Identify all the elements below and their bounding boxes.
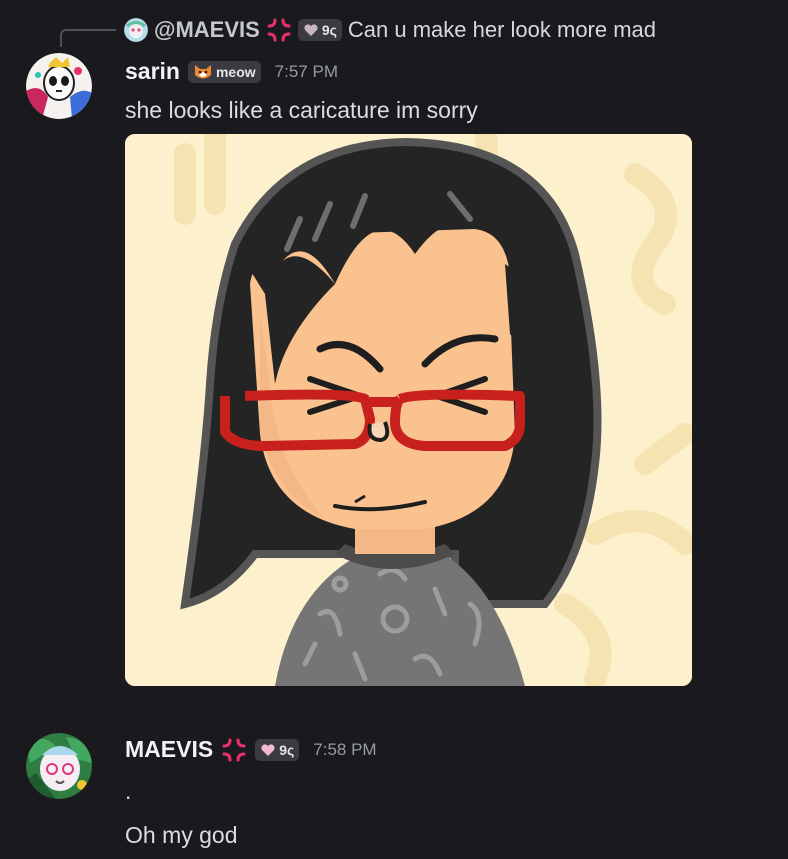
cat-icon [194, 64, 211, 78]
timestamp[interactable]: 7:57 PM [275, 62, 338, 82]
message-line-2: Oh my god [125, 822, 238, 848]
anger-icon [222, 738, 246, 761]
image-attachment[interactable] [125, 134, 692, 686]
sarin-avatar[interactable] [26, 53, 92, 119]
message-content: she looks like a caricature im sorry [125, 97, 478, 123]
maevis-avatar[interactable] [26, 733, 92, 799]
user-tag-meow: meow [187, 60, 261, 83]
username-sarin[interactable]: sarin [125, 58, 180, 85]
reply-spine [60, 29, 116, 47]
tag-text: 9ς [279, 741, 295, 758]
timestamp[interactable]: 7:58 PM [313, 740, 376, 760]
reply-mention[interactable]: @MAEVIS [154, 17, 260, 43]
user-tag: 9ς [255, 738, 300, 761]
message-header-maevis: MAEVIS 9ς 7:58 PM [125, 736, 377, 763]
tag-text: 9ς [321, 22, 337, 38]
message-line-1: . [125, 778, 132, 804]
reply-text[interactable]: Can u make her look more mad [348, 17, 656, 43]
reply-avatar[interactable] [124, 18, 148, 42]
heart-icon [304, 24, 318, 36]
username-maevis[interactable]: MAEVIS [125, 736, 213, 763]
reply-preview[interactable]: @MAEVIS 9ς Can u make her look more mad [124, 14, 656, 46]
anger-icon [267, 18, 291, 42]
message-header-sarin: sarin meow 7:57 PM [125, 58, 338, 85]
reply-user-tag: 9ς [297, 19, 342, 41]
heart-icon [261, 743, 275, 756]
mii-image [125, 134, 692, 686]
tag-text: meow [215, 63, 256, 80]
